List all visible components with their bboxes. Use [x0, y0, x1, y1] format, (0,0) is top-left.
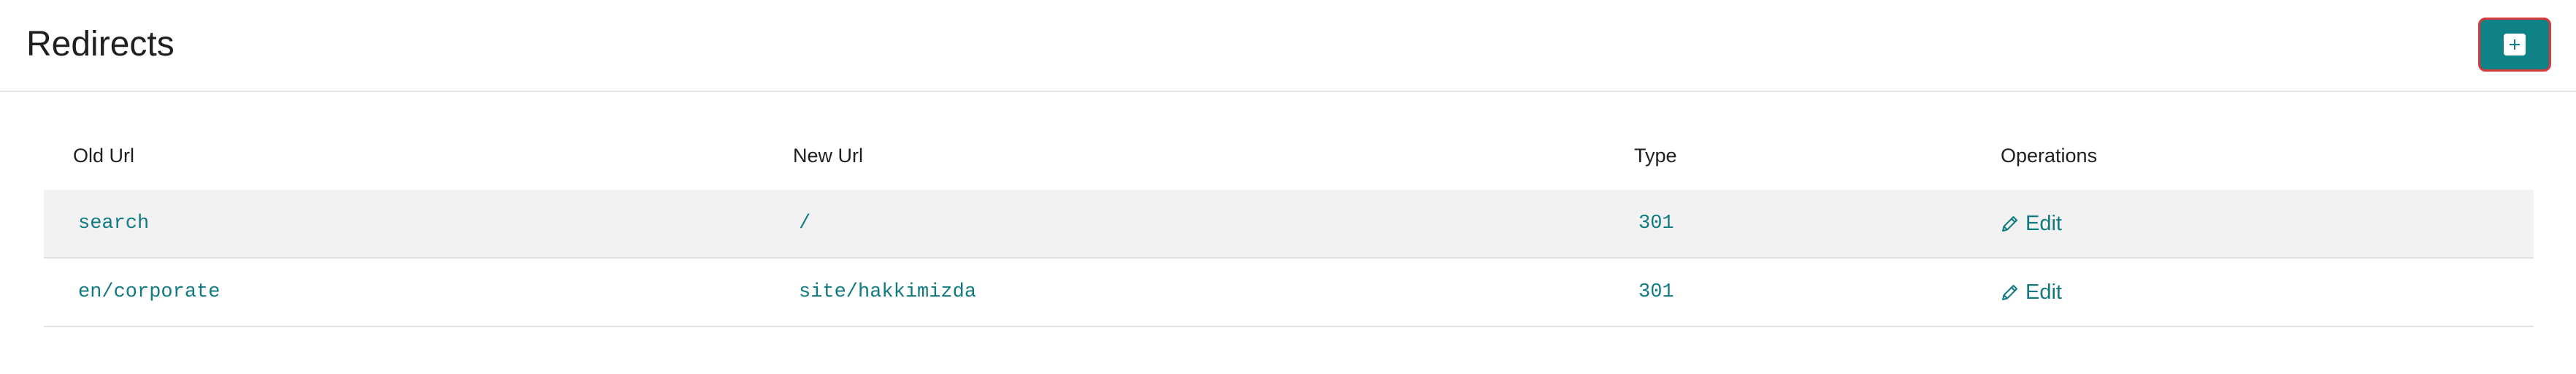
operations-cell: Edit [2001, 190, 2062, 257]
edit-label: Edit [2025, 280, 2062, 304]
column-header-old-url: Old Url [73, 144, 135, 167]
page-title: Redirects [26, 25, 175, 64]
old-url-cell: search [78, 213, 150, 234]
column-header-type: Type [1634, 144, 1677, 167]
type-cell: 301 [1638, 213, 1674, 234]
operations-cell: Edit [2001, 259, 2062, 326]
column-header-new-url: New Url [793, 144, 864, 167]
redirects-table: Old Url New Url Type Operations search /… [44, 121, 2534, 327]
edit-link[interactable]: Edit [2001, 280, 2062, 305]
page-header: Redirects [0, 0, 2576, 92]
pencil-icon [2001, 214, 2020, 233]
column-header-operations: Operations [2001, 144, 2098, 167]
add-redirect-button[interactable] [2478, 18, 2551, 72]
old-url-cell: en/corporate [78, 281, 221, 303]
edit-label: Edit [2025, 211, 2062, 235]
table-row: search / 301 Edit [44, 190, 2534, 259]
pencil-icon [2001, 283, 2020, 302]
new-url-cell: site/hakkimizda [799, 281, 977, 303]
table-row: en/corporate site/hakkimizda 301 Edit [44, 259, 2534, 327]
new-url-cell: / [799, 213, 811, 234]
edit-link[interactable]: Edit [2001, 212, 2062, 236]
plus-icon [2504, 34, 2526, 56]
table-header-row: Old Url New Url Type Operations [44, 121, 2534, 190]
type-cell: 301 [1638, 281, 1674, 303]
